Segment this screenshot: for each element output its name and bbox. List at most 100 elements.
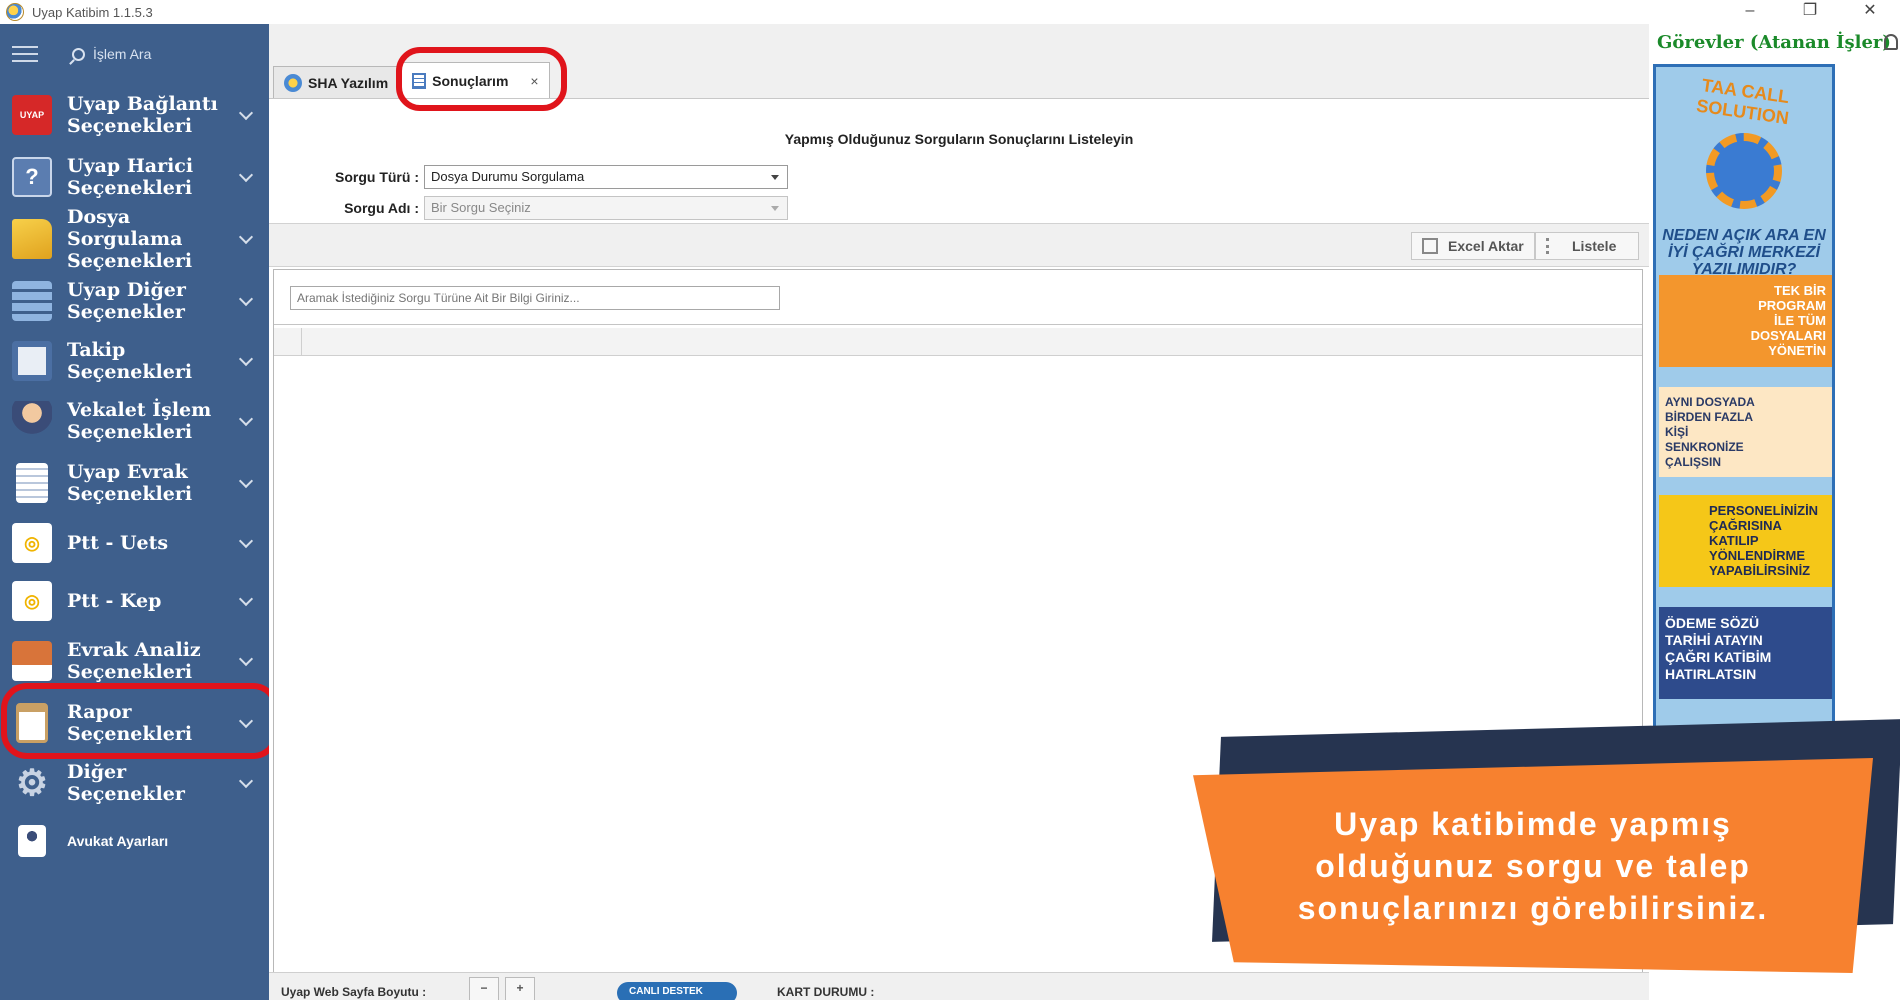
sidebar-item-dosya-sorgulama[interactable]: Dosya Sorgulama Seçenekleri	[0, 206, 269, 272]
sorgu-adi-label: Sorgu Adı :	[344, 200, 419, 216]
ptt-icon: ◎	[12, 581, 52, 621]
divider	[274, 324, 1642, 325]
excel-export-label: Excel Aktar	[1448, 238, 1524, 254]
minimize-icon[interactable]: –	[1720, 0, 1780, 24]
chevron-down-icon	[238, 473, 254, 489]
bell-icon[interactable]	[1884, 34, 1898, 50]
sidebar-item-label: Dosya Sorgulama Seçenekleri	[67, 206, 193, 272]
sorgu-adi-placeholder: Bir Sorgu Seçiniz	[431, 200, 531, 215]
gear-icon: ⚙	[15, 762, 49, 803]
sidebar-item-takip[interactable]: Takip Seçenekleri	[0, 332, 269, 390]
uyap-logo-icon: UYAP	[12, 95, 52, 135]
sorgu-turu-value: Dosya Durumu Sorgulama	[431, 169, 585, 184]
list-icon	[1546, 238, 1562, 254]
grid-header	[274, 328, 1642, 356]
sidebar-item-avukat-ayarlari[interactable]: Avukat Ayarları	[0, 812, 269, 870]
sidebar-item-label: Avukat Ayarları	[67, 833, 169, 849]
help-book-icon: ?	[12, 157, 52, 197]
sha-logo-icon	[284, 73, 302, 92]
sidebar-item-diger[interactable]: ⚙ Diğer Seçenekler	[0, 754, 269, 812]
window-controls: – ❐ ✕	[1720, 0, 1900, 24]
promo-text: Uyap katibimde yapmış olduğunuz sorgu ve…	[1297, 805, 1769, 926]
chevron-down-icon	[238, 651, 254, 667]
sidebar-item-label: Uyap Harici Seçenekleri	[67, 155, 194, 199]
sidebar-item-uyap-harici[interactable]: ? Uyap Harici Seçenekleri	[0, 146, 269, 208]
promo-banner: Uyap katibimde yapmış olduğunuz sorgu ve…	[1193, 758, 1873, 973]
document-icon	[16, 463, 48, 503]
highlight-sonuclarim-tab	[396, 47, 567, 111]
live-support-button[interactable]: CANLI DESTEK	[617, 982, 737, 1000]
zoom-label: Uyap Web Sayfa Boyutu :	[281, 985, 427, 999]
sidebar-item-label: Evrak Analiz Seçenekleri	[67, 639, 201, 683]
chevron-down-icon	[238, 773, 254, 789]
window-title: Uyap Katibim 1.1.5.3	[32, 4, 153, 20]
chevron-down-icon	[238, 291, 254, 307]
action-toolbar: Excel Aktar Listele	[269, 223, 1649, 267]
ad-card: AYNI DOSYADA BİRDEN FAZLA KİŞİ SENKRONİZ…	[1659, 387, 1832, 477]
ad-banner[interactable]: TAA CALL SOLUTION NEDEN AÇIK ARA EN İYİ …	[1653, 64, 1835, 734]
dropdown-arrow-icon	[771, 206, 779, 211]
ptt-icon: ◎	[12, 523, 52, 563]
chevron-down-icon	[238, 229, 254, 245]
grid-select-all[interactable]	[274, 328, 302, 356]
restore-icon[interactable]: ❐	[1780, 0, 1840, 24]
chevron-down-icon	[238, 351, 254, 367]
sidebar-item-label: Uyap Evrak Seçenekleri	[67, 461, 193, 505]
list-button[interactable]: Listele	[1535, 232, 1639, 260]
sidebar-search[interactable]: İşlem Ara	[72, 46, 151, 62]
grid-search-input[interactable]	[290, 286, 780, 310]
tasks-title: Görevler (Atanan İşler)	[1657, 32, 1891, 53]
chevron-down-icon	[238, 591, 254, 607]
sidebar-item-uyap-baglanti[interactable]: UYAP Uyap Bağlantı Seçenekleri	[0, 84, 269, 146]
page-title: Yapmış Olduğunuz Sorguların Sonuçlarını …	[784, 131, 1134, 147]
tab-label: SHA Yazılım	[308, 74, 389, 91]
title-bar: Uyap Katibim 1.1.5.3 – ❐ ✕	[0, 0, 1900, 24]
sorgu-turu-label: Sorgu Türü :	[335, 169, 419, 185]
briefcase-icon	[12, 641, 52, 681]
save-disk-icon	[1422, 238, 1438, 254]
sidebar: İşlem Ara UYAP Uyap Bağlantı Seçenekleri…	[0, 24, 269, 1000]
sidebar-item-label: Uyap Bağlantı Seçenekleri	[67, 93, 218, 137]
sorgu-turu-select[interactable]: Dosya Durumu Sorgulama	[424, 165, 788, 189]
sidebar-item-label: Uyap Diğer Seçenekler	[67, 279, 186, 323]
sidebar-item-uyap-diger[interactable]: Uyap Diğer Seçenekler	[0, 270, 269, 332]
dropdown-arrow-icon	[771, 175, 779, 180]
chevron-down-icon	[238, 411, 254, 427]
sidebar-item-vekalet[interactable]: Vekalet İşlem Seçenekleri	[0, 390, 269, 452]
zoom-in-button[interactable]: +	[505, 977, 535, 1000]
status-bar: Uyap Web Sayfa Boyutu : − + CANLI DESTEK…	[269, 972, 1649, 1000]
gear-people-icon	[1706, 133, 1782, 209]
user-card-icon	[18, 825, 46, 857]
sidebar-item-label: Ptt - Uets	[67, 532, 169, 554]
sidebar-top: İşlem Ara	[0, 24, 269, 84]
folder-icon	[12, 219, 52, 259]
sorgu-adi-select[interactable]: Bir Sorgu Seçiniz	[424, 196, 788, 220]
sidebar-item-label: Diğer Seçenekler	[67, 761, 185, 805]
sidebar-item-ptt-uets[interactable]: ◎ Ptt - Uets	[0, 514, 269, 572]
highlight-rapor	[1, 683, 279, 759]
chevron-down-icon	[238, 105, 254, 121]
grid-list-icon	[12, 281, 52, 321]
zoom-out-button[interactable]: −	[469, 977, 499, 1000]
sidebar-search-label: İşlem Ara	[93, 46, 152, 62]
ad-brand: TAA CALL SOLUTION	[1695, 75, 1791, 129]
chevron-down-icon	[238, 167, 254, 183]
card-status-label: KART DURUMU :	[777, 985, 875, 999]
menu-icon[interactable]	[12, 46, 38, 62]
search-icon	[72, 47, 85, 61]
list-label: Listele	[1572, 238, 1617, 254]
excel-export-button[interactable]: Excel Aktar	[1411, 232, 1535, 260]
ad-card: TEK BİR PROGRAM İLE TÜM DOSYALARI YÖNETİ…	[1659, 275, 1832, 367]
ad-question: NEDEN AÇIK ARA EN İYİ ÇAĞRI MERKEZİ YAZI…	[1662, 227, 1826, 278]
frame-icon	[12, 341, 52, 381]
sidebar-item-label: Takip Seçenekleri	[67, 339, 193, 383]
lawyer-icon	[12, 401, 52, 441]
ad-card: ÖDEME SÖZÜ TARİHİ ATAYIN ÇAĞRI KATİBİM H…	[1659, 607, 1832, 699]
sidebar-item-ptt-kep[interactable]: ◎ Ptt - Kep	[0, 572, 269, 630]
ad-card: PERSONELİNİZİN ÇAĞRISINA KATILIP YÖNLEND…	[1659, 495, 1832, 587]
app-logo-icon	[6, 3, 24, 21]
sidebar-item-uyap-evrak[interactable]: Uyap Evrak Seçenekleri	[0, 452, 269, 514]
tab-sha-yazilim[interactable]: SHA Yazılım	[273, 66, 400, 98]
sidebar-item-label: Ptt - Kep	[67, 590, 162, 612]
close-icon[interactable]: ✕	[1840, 0, 1900, 24]
